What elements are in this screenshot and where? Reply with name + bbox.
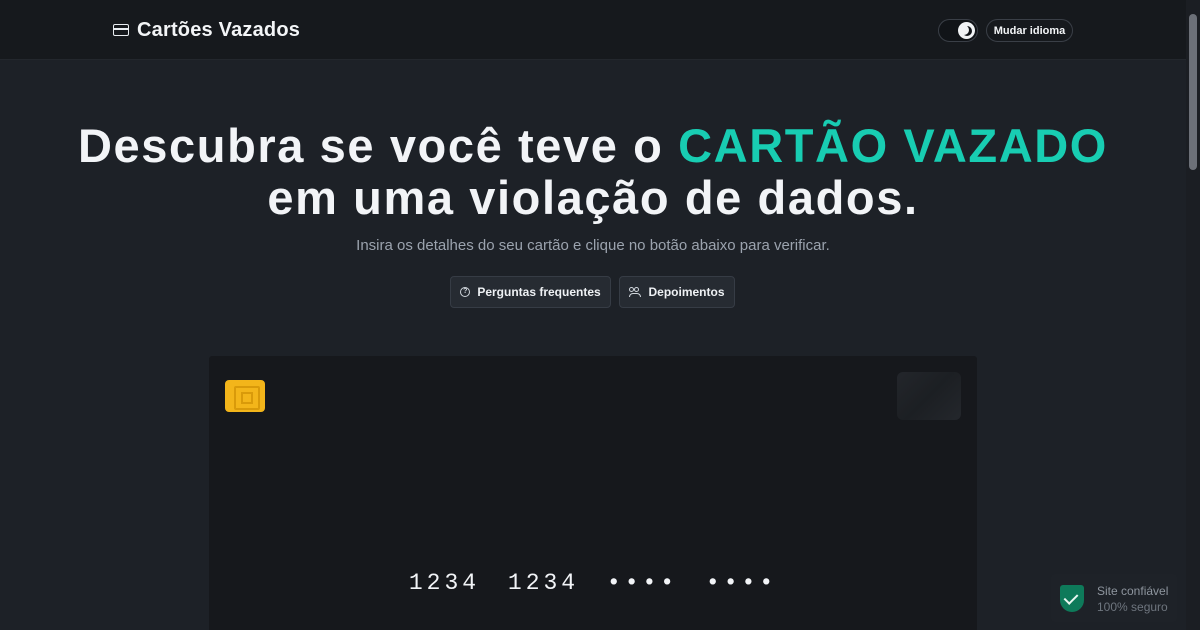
faq-button-label: Perguntas frequentes: [477, 285, 601, 299]
moon-icon: [962, 26, 972, 36]
site-title: Cartões Vazados: [137, 18, 301, 41]
trust-badge-title: Site confiável: [1097, 584, 1169, 598]
scrollbar-thumb[interactable]: [1189, 14, 1197, 170]
testimonials-button-label: Depoimentos: [648, 285, 725, 299]
card-brand-logo-placeholder: [897, 372, 961, 420]
question-circle-icon: ?: [460, 287, 471, 297]
page-scrollbar[interactable]: [1186, 0, 1200, 630]
faq-button[interactable]: ? Perguntas frequentes: [450, 276, 611, 308]
hero-title-part1: Descubra se você teve o: [78, 119, 679, 172]
hero-subtitle: Insira os detalhes do seu cartão e cliqu…: [356, 237, 830, 254]
brand[interactable]: Cartões Vazados: [113, 18, 300, 42]
credit-card-preview: 1234 1234 •••• ••••: [209, 356, 977, 630]
testimonials-button[interactable]: Depoimentos: [619, 276, 735, 308]
top-navigation-bar: Cartões Vazados Mudar idioma: [0, 0, 1186, 60]
credit-card-icon: [113, 24, 129, 36]
theme-toggle[interactable]: [938, 19, 978, 42]
hero-title-part2: em uma violação de dados.: [267, 171, 919, 224]
hero-title: Descubra se você teve o CARTÃO VAZADO em…: [60, 120, 1126, 224]
toggle-knob: [958, 22, 975, 39]
card-chip-icon: [225, 380, 265, 412]
trust-badge-subtitle: 100% seguro: [1097, 600, 1168, 614]
change-language-button[interactable]: Mudar idioma: [986, 19, 1073, 42]
trust-badge: Site confiável 100% seguro: [1051, 574, 1177, 622]
users-icon: [629, 287, 642, 297]
card-number-display: 1234 1234 •••• ••••: [408, 570, 778, 596]
hero-title-accent: CARTÃO VAZADO: [678, 119, 1108, 172]
shield-check-icon: [1060, 585, 1084, 612]
